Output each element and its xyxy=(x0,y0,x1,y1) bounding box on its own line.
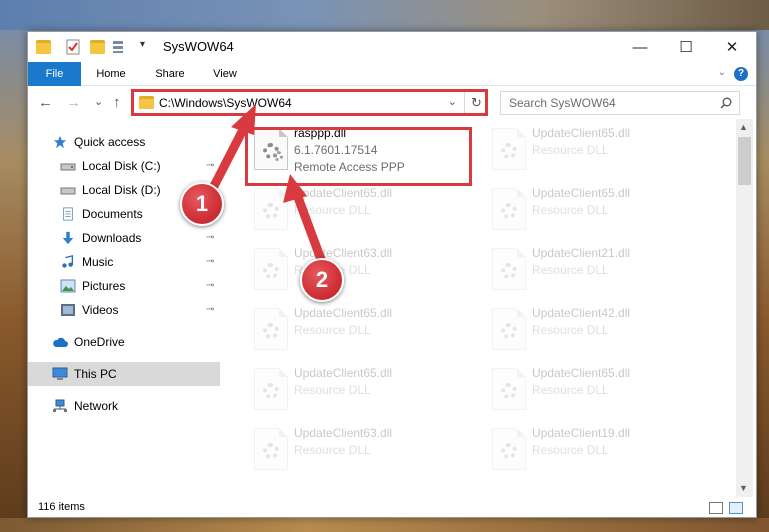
annotation-arrows xyxy=(207,104,327,267)
arrow-2-shaft xyxy=(291,187,327,267)
arrow-1-head xyxy=(231,104,256,135)
step-1-badge: 1 xyxy=(180,182,224,226)
arrow-2-head xyxy=(283,174,307,203)
step-2-badge: 2 xyxy=(300,258,344,302)
